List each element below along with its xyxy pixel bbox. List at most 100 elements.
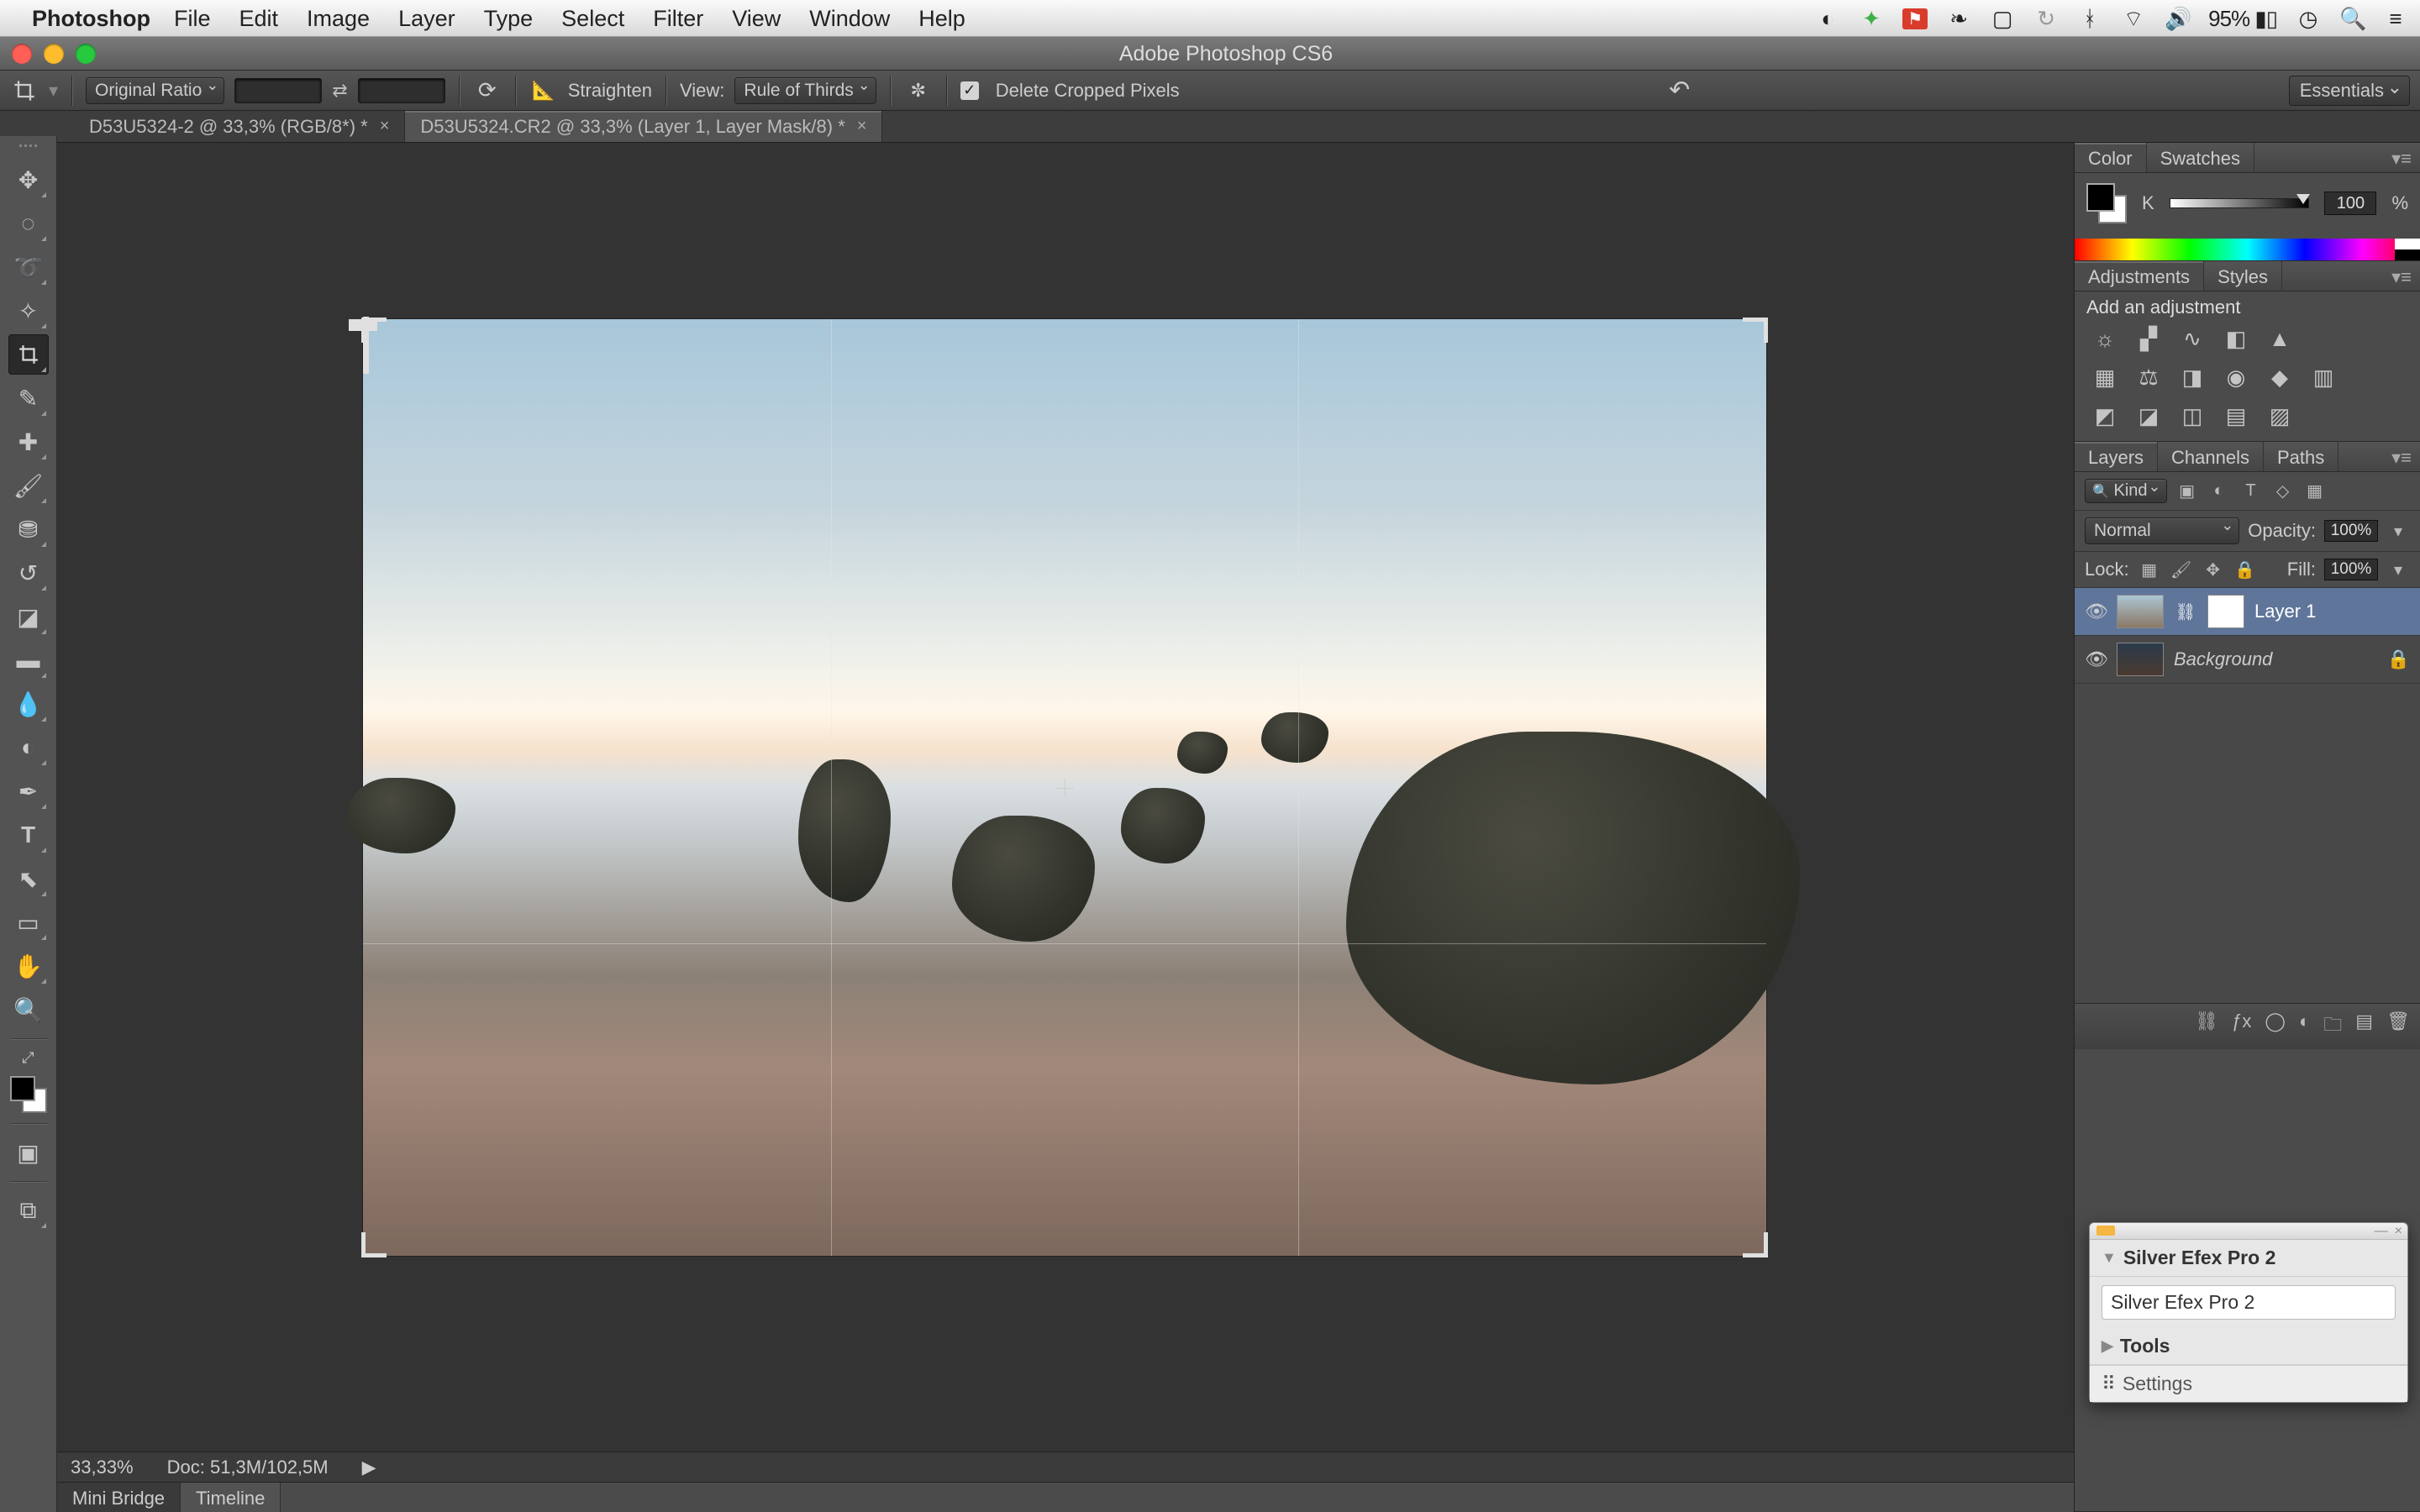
silver-efex-launch-button[interactable]: Silver Efex Pro 2 bbox=[2102, 1285, 2396, 1320]
crop-tool-icon[interactable] bbox=[10, 76, 39, 105]
layer-filter-dropdown[interactable]: 🔍 Kind bbox=[2085, 479, 2167, 503]
status-little-snitch-icon[interactable]: ◐ bbox=[1815, 6, 1840, 32]
fill-flyout-icon[interactable]: ▾ bbox=[2386, 559, 2410, 580]
status-1password-icon[interactable]: ⚑ bbox=[1902, 8, 1928, 29]
close-button[interactable] bbox=[12, 44, 32, 64]
settings-grip-icon[interactable]: ⠿ bbox=[2102, 1373, 2116, 1395]
foreground-background-swatch[interactable] bbox=[8, 1074, 49, 1115]
blur-tool[interactable]: 💧 bbox=[8, 684, 49, 724]
adj-levels-icon[interactable]: ▞ bbox=[2133, 325, 2164, 352]
app-menu[interactable]: Photoshop bbox=[32, 6, 150, 32]
magic-wand-tool[interactable]: ✧ bbox=[8, 291, 49, 331]
status-flyout-icon[interactable]: ▶ bbox=[362, 1457, 376, 1478]
status-volume-icon[interactable]: 🔊 bbox=[2165, 6, 2190, 32]
crop-overlay-dropdown[interactable]: Rule of Thirds bbox=[734, 77, 876, 104]
menu-window[interactable]: Window bbox=[809, 6, 890, 32]
eyedropper-tool[interactable]: ✎ bbox=[8, 378, 49, 418]
menu-type[interactable]: Type bbox=[484, 6, 534, 32]
float-close-icon[interactable]: × bbox=[2395, 1224, 2402, 1239]
status-battery[interactable]: 95% ▮▯ bbox=[2208, 6, 2277, 32]
link-layers-icon[interactable]: ⛓ bbox=[2195, 1011, 2218, 1042]
tab-timeline[interactable]: Timeline bbox=[181, 1483, 281, 1512]
swap-dimensions-icon[interactable]: ⇄ bbox=[332, 80, 347, 102]
opacity-flyout-icon[interactable]: ▾ bbox=[2386, 521, 2410, 541]
adj-lut-icon[interactable]: ▥ bbox=[2308, 364, 2338, 391]
add-mask-icon[interactable]: ◯ bbox=[2265, 1011, 2286, 1042]
adj-gradientmap-icon[interactable]: ▤ bbox=[2221, 402, 2251, 429]
zoom-button[interactable] bbox=[76, 44, 96, 64]
adj-posterize-icon[interactable]: ◪ bbox=[2133, 402, 2164, 429]
adj-exposure-icon[interactable]: ◧ bbox=[2221, 325, 2251, 352]
tab-channels[interactable]: Channels bbox=[2158, 442, 2264, 471]
zoom-level[interactable]: 33,33% bbox=[71, 1457, 134, 1478]
filter-shape-icon[interactable]: ◇ bbox=[2271, 481, 2295, 501]
document-tab[interactable]: D53U5324-2 @ 33,3% (RGB/8*) * × bbox=[74, 111, 405, 142]
adj-mixer-icon[interactable]: ◆ bbox=[2265, 364, 2295, 391]
layer-row[interactable]: 👁 ⛓ Layer 1 bbox=[2075, 588, 2420, 636]
pen-tool[interactable]: ✒ bbox=[8, 771, 49, 811]
layer-thumbnail[interactable] bbox=[2117, 595, 2164, 628]
quick-mask-toggle[interactable]: ▣ bbox=[8, 1132, 49, 1173]
float-settings-label[interactable]: Settings bbox=[2123, 1373, 2192, 1395]
menu-edit[interactable]: Edit bbox=[239, 6, 279, 32]
lock-trans-icon[interactable]: ▦ bbox=[2138, 559, 2161, 580]
straighten-icon[interactable]: 📐 bbox=[529, 76, 558, 105]
status-plugin-icon[interactable]: ✦ bbox=[1859, 6, 1884, 32]
filter-type-icon[interactable]: T bbox=[2239, 481, 2263, 501]
document-canvas[interactable] bbox=[363, 319, 1766, 1256]
brush-tool[interactable]: 🖌 bbox=[8, 465, 49, 506]
crop-handle-br[interactable] bbox=[1743, 1232, 1768, 1257]
tab-adjustments[interactable]: Adjustments bbox=[2075, 261, 2204, 291]
float-minimize-icon[interactable]: — bbox=[2375, 1224, 2388, 1239]
palette-grip[interactable] bbox=[8, 144, 50, 153]
menu-file[interactable]: File bbox=[174, 6, 211, 32]
menu-view[interactable]: View bbox=[732, 6, 781, 32]
panel-menu-icon[interactable]: ▾≡ bbox=[2383, 143, 2420, 172]
layer-link-icon[interactable]: ⛓ bbox=[2174, 601, 2197, 622]
color-swatch[interactable] bbox=[2086, 183, 2127, 223]
status-bluetooth-icon[interactable]: ᚼ bbox=[2077, 6, 2102, 32]
status-spotlight-icon[interactable]: 🔍 bbox=[2339, 6, 2365, 32]
lock-pixels-icon[interactable]: 🖌 bbox=[2170, 559, 2193, 580]
type-tool[interactable]: T bbox=[8, 815, 49, 855]
disclosure-triangle-icon[interactable]: ▶ bbox=[2102, 1337, 2113, 1355]
layer-row[interactable]: 👁 Background 🔒 bbox=[2075, 636, 2420, 684]
gradient-tool[interactable]: ▬ bbox=[8, 640, 49, 680]
blend-mode-dropdown[interactable]: Normal bbox=[2085, 517, 2239, 544]
menu-help[interactable]: Help bbox=[918, 6, 965, 32]
eraser-tool[interactable]: ◪ bbox=[8, 596, 49, 637]
fill-input[interactable]: 100% bbox=[2324, 559, 2378, 580]
k-slider[interactable] bbox=[2170, 198, 2310, 208]
adj-selective-icon[interactable]: ▨ bbox=[2265, 402, 2295, 429]
layer-mask-thumbnail[interactable] bbox=[2207, 595, 2244, 628]
crop-handle-right[interactable] bbox=[363, 345, 369, 374]
lasso-tool[interactable]: ➰ bbox=[8, 247, 49, 287]
tab-swatches[interactable]: Swatches bbox=[2147, 143, 2254, 172]
lock-all-icon[interactable]: 🔒 bbox=[2233, 559, 2257, 580]
crop-handle-bl[interactable] bbox=[361, 1232, 387, 1257]
layer-name[interactable]: Background bbox=[2174, 648, 2377, 670]
new-adjustment-icon[interactable]: ◐ bbox=[2299, 1011, 2310, 1042]
close-tab-icon[interactable]: × bbox=[380, 117, 390, 136]
status-airplay-icon[interactable]: ▢ bbox=[1990, 6, 2015, 32]
window-titlebar[interactable]: Adobe Photoshop CS6 bbox=[0, 37, 2420, 71]
close-tab-icon[interactable]: × bbox=[857, 117, 867, 136]
status-notifications-icon[interactable]: ≡ bbox=[2383, 6, 2408, 32]
k-value-input[interactable]: 100 bbox=[2324, 192, 2376, 215]
zoom-tool[interactable]: 🔍 bbox=[8, 990, 49, 1030]
minimize-button[interactable] bbox=[44, 44, 64, 64]
status-wifi-icon[interactable]: ⌔ bbox=[2121, 5, 2146, 33]
new-layer-icon[interactable]: ▤ bbox=[2355, 1011, 2373, 1042]
color-spectrum[interactable] bbox=[2075, 239, 2420, 260]
crop-handle-tr[interactable] bbox=[1743, 318, 1768, 343]
menu-filter[interactable]: Filter bbox=[653, 6, 703, 32]
adj-vibrance-icon[interactable]: ▲ bbox=[2265, 325, 2295, 352]
straighten-label[interactable]: Straighten bbox=[568, 80, 652, 102]
adj-bw-icon[interactable]: ◨ bbox=[2177, 364, 2207, 391]
filter-pixel-icon[interactable]: ▣ bbox=[2175, 481, 2199, 501]
hand-tool[interactable]: ✋ bbox=[8, 946, 49, 986]
filter-adjust-icon[interactable]: ◐ bbox=[2207, 481, 2231, 501]
opacity-input[interactable]: 100% bbox=[2324, 520, 2378, 542]
menu-image[interactable]: Image bbox=[307, 6, 370, 32]
disclosure-triangle-icon[interactable]: ▼ bbox=[2102, 1249, 2117, 1267]
